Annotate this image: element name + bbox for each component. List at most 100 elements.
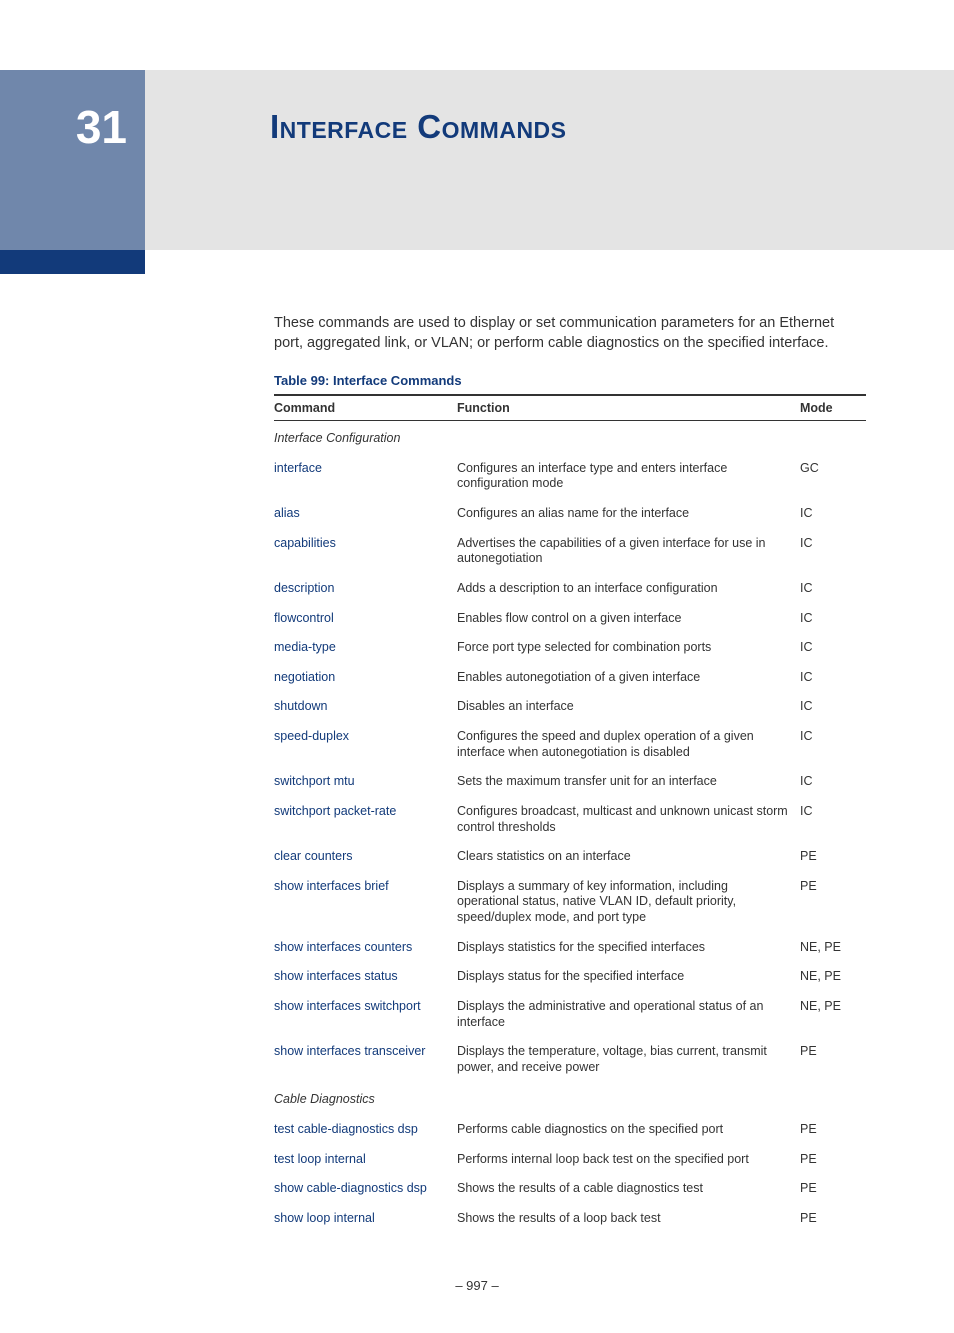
cell-mode: GC	[800, 454, 866, 499]
command-link[interactable]: alias	[274, 506, 300, 520]
cell-command: show loop internal	[274, 1204, 457, 1234]
cell-mode: PE	[800, 872, 866, 933]
page-content: These commands are used to display or se…	[274, 314, 866, 1234]
cell-mode: IC	[800, 604, 866, 634]
command-link[interactable]: capabilities	[274, 536, 336, 550]
command-link[interactable]: show interfaces transceiver	[274, 1044, 425, 1058]
commands-table: Command Function Mode Interface Configur…	[274, 394, 866, 1233]
header-accent-bar	[0, 250, 145, 274]
cell-function: Displays a summary of key information, i…	[457, 872, 800, 933]
chapter-header: 31 Interface Commands	[0, 70, 954, 250]
table-row: show interfaces status Displays status fo…	[274, 962, 866, 992]
table-row: test loop internal Performs internal loop…	[274, 1145, 866, 1175]
cell-function: Performs cable diagnostics on the specif…	[457, 1115, 800, 1145]
cell-mode: PE	[800, 1115, 866, 1145]
table-section-row: Interface Configuration	[274, 421, 866, 454]
cell-mode: IC	[800, 574, 866, 604]
section-title: Interface Configuration	[274, 421, 866, 454]
page-number: – 997 –	[455, 1278, 498, 1293]
cell-command: capabilities	[274, 529, 457, 574]
command-link[interactable]: flowcontrol	[274, 611, 334, 625]
cell-command: show interfaces transceiver	[274, 1037, 457, 1082]
cell-command: flowcontrol	[274, 604, 457, 634]
command-link[interactable]: switchport mtu	[274, 774, 355, 788]
table-caption: Table 99: Interface Commands	[274, 373, 866, 388]
cell-function: Force port type selected for combination…	[457, 633, 800, 663]
cell-command: media-type	[274, 633, 457, 663]
cell-function: Advertises the capabilities of a given i…	[457, 529, 800, 574]
table-row: interface Configures an interface type an…	[274, 454, 866, 499]
table-row: show interfaces switchport Displays the a…	[274, 992, 866, 1037]
header-mode: Mode	[800, 395, 866, 421]
cell-command: alias	[274, 499, 457, 529]
table-row: clear counters Clears statistics on an in…	[274, 842, 866, 872]
command-link[interactable]: show loop internal	[274, 1211, 375, 1225]
cell-command: test cable-diagnostics dsp	[274, 1115, 457, 1145]
cell-mode: NE, PE	[800, 962, 866, 992]
table-row: speed-duplexConfigures the speed and dup…	[274, 722, 866, 767]
command-link[interactable]: show interfaces status	[274, 969, 398, 983]
header-command: Command	[274, 395, 457, 421]
cell-mode: IC	[800, 529, 866, 574]
command-link[interactable]: description	[274, 581, 334, 595]
cell-command: show interfaces counters	[274, 933, 457, 963]
cell-command: show interfaces switchport	[274, 992, 457, 1037]
command-link[interactable]: interface	[274, 461, 322, 475]
cell-function: Displays the temperature, voltage, bias …	[457, 1037, 800, 1082]
command-link[interactable]: test cable-diagnostics dsp	[274, 1122, 418, 1136]
cell-mode: IC	[800, 692, 866, 722]
command-link[interactable]: speed-duplex	[274, 729, 349, 743]
command-link[interactable]: test loop internal	[274, 1152, 366, 1166]
command-link[interactable]: switchport packet-rate	[274, 804, 396, 818]
cell-mode: PE	[800, 1037, 866, 1082]
command-link[interactable]: show cable-diagnostics dsp	[274, 1181, 427, 1195]
table-row: show interfaces counters Displays statist…	[274, 933, 866, 963]
command-link[interactable]: negotiation	[274, 670, 335, 684]
cell-mode: IC	[800, 633, 866, 663]
cell-command: show interfaces status	[274, 962, 457, 992]
cell-function: Displays the administrative and operatio…	[457, 992, 800, 1037]
cell-function: Disables an interface	[457, 692, 800, 722]
cell-mode: IC	[800, 663, 866, 693]
table-row: media-type Force port type selected for c…	[274, 633, 866, 663]
command-link[interactable]: shutdown	[274, 699, 328, 713]
cell-function: Configures an interface type and enters …	[457, 454, 800, 499]
command-link[interactable]: show interfaces switchport	[274, 999, 421, 1013]
cell-command: switchport packet-rate	[274, 797, 457, 842]
cell-mode: NE, PE	[800, 992, 866, 1037]
cell-command: switchport mtu	[274, 767, 457, 797]
cell-mode: IC	[800, 499, 866, 529]
chapter-title: Interface Commands	[270, 108, 567, 145]
table-row: show interfaces transceiver Displays the …	[274, 1037, 866, 1082]
table-row: shutdown Disables an interfaceIC	[274, 692, 866, 722]
table-row: aliasConfigures an alias name for the in…	[274, 499, 866, 529]
table-row: capabilities Advertises the capabilities …	[274, 529, 866, 574]
table-row: show interfaces brief Displays a summary …	[274, 872, 866, 933]
table-row: switchport packet-rateConfigures broadca…	[274, 797, 866, 842]
table-section-row: Cable Diagnostics	[274, 1082, 866, 1115]
cell-mode: PE	[800, 842, 866, 872]
page-footer: – 997 –	[0, 1278, 954, 1333]
cell-command: negotiation	[274, 663, 457, 693]
cell-mode: PE	[800, 1204, 866, 1234]
command-link[interactable]: media-type	[274, 640, 336, 654]
cell-mode: IC	[800, 797, 866, 842]
command-link[interactable]: show interfaces counters	[274, 940, 412, 954]
cell-function: Displays status for the specified interf…	[457, 962, 800, 992]
cell-function: Performs internal loop back test on the …	[457, 1145, 800, 1175]
cell-command: clear counters	[274, 842, 457, 872]
table-row: show cable-diagnostics dspShows the resu…	[274, 1174, 866, 1204]
cell-function: Clears statistics on an interface	[457, 842, 800, 872]
table-row: negotiation Enables autonegotiation of a …	[274, 663, 866, 693]
cell-command: show interfaces brief	[274, 872, 457, 933]
chapter-number: 31	[76, 100, 127, 154]
command-link[interactable]: show interfaces brief	[274, 879, 389, 893]
table-header-row: Command Function Mode	[274, 395, 866, 421]
command-link[interactable]: clear counters	[274, 849, 353, 863]
cell-function: Displays statistics for the specified in…	[457, 933, 800, 963]
cell-mode: PE	[800, 1145, 866, 1175]
table-row: flowcontrolEnables flow control on a giv…	[274, 604, 866, 634]
cell-function: Enables autonegotiation of a given inter…	[457, 663, 800, 693]
cell-mode: NE, PE	[800, 933, 866, 963]
cell-mode: IC	[800, 722, 866, 767]
